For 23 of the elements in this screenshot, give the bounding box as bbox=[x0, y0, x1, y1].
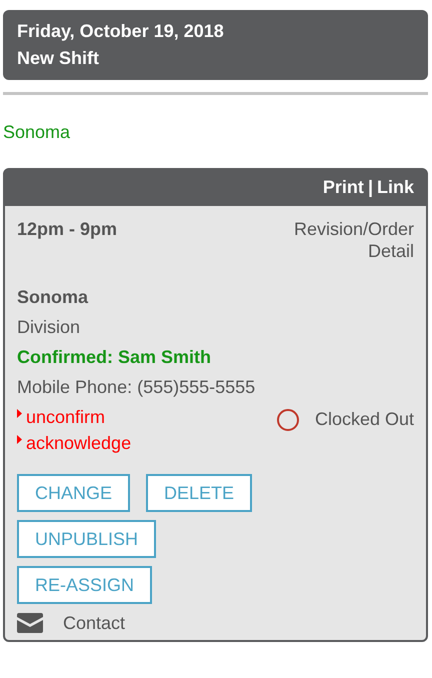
phone-number: Mobile Phone: (555)555-5555 bbox=[17, 376, 256, 398]
action-link[interactable]: acknowledge bbox=[26, 432, 132, 454]
clock-status: Clocked Out bbox=[314, 408, 414, 430]
location-name: Sonoma bbox=[3, 121, 72, 144]
action-button[interactable]: UNPUBLISH bbox=[17, 520, 156, 558]
shift-time: 12pm - 9pm bbox=[17, 218, 118, 240]
caret-icon bbox=[17, 408, 22, 418]
confirmed-worker: Confirmed: Sam Smith bbox=[17, 346, 212, 368]
action-button[interactable]: DELETE bbox=[146, 474, 252, 512]
mail-icon[interactable] bbox=[17, 613, 43, 633]
action-button[interactable]: CHANGE bbox=[17, 474, 130, 512]
caret-icon bbox=[17, 434, 22, 444]
date-heading: Friday, October 19, 2018 bbox=[17, 20, 225, 43]
site-name: Sonoma bbox=[17, 286, 90, 308]
revision-detail-link[interactable]: Revision/Order Detail bbox=[264, 218, 414, 262]
header-link[interactable]: Link bbox=[376, 177, 414, 197]
header-link[interactable]: Print bbox=[322, 177, 364, 197]
link-separator: | bbox=[368, 177, 373, 197]
action-button[interactable]: RE-ASSIGN bbox=[17, 566, 152, 604]
action-link[interactable]: unconfirm bbox=[26, 406, 106, 428]
division-label: Division bbox=[17, 316, 82, 338]
page-title: New Shift bbox=[17, 47, 100, 70]
contact-link[interactable]: Contact bbox=[63, 612, 126, 634]
